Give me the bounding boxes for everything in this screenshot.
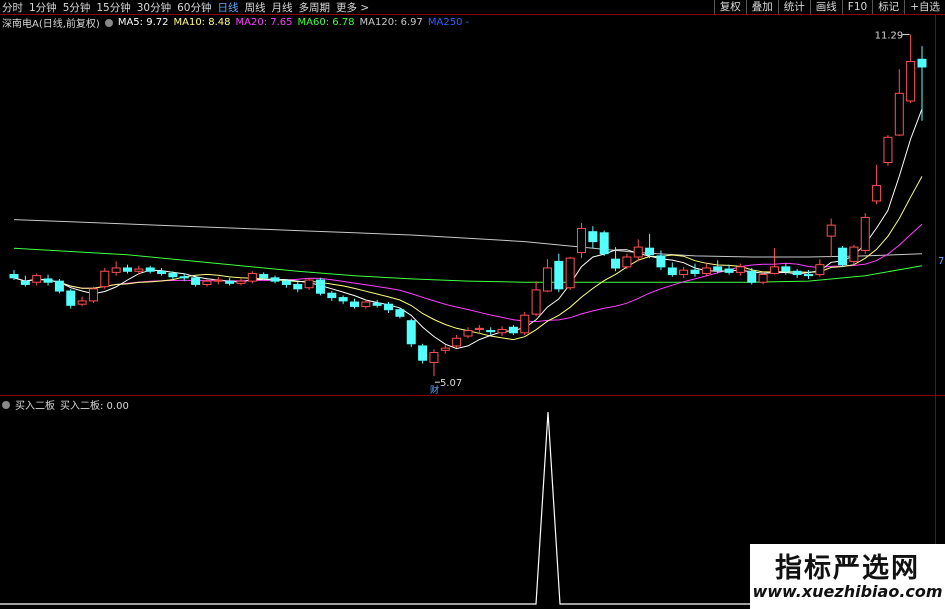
candle-body-55 [633,246,643,258]
candle-body-41 [474,327,484,330]
candle-body-21 [247,272,257,282]
candle-body-79 [906,60,916,102]
candle-body-34 [395,309,405,317]
candle-body-77 [883,136,893,164]
candle-body-3 [43,278,53,283]
candle-body-31 [361,301,371,307]
candle-body-40 [463,330,473,337]
candle-body-17 [202,280,212,285]
watermark-cn: 指标严选网 [775,553,920,584]
candle-body-52 [599,232,609,255]
candle-body-61 [701,267,711,274]
candle-body-75 [860,216,870,251]
candle-body-72 [826,224,836,237]
candle-body-1 [20,280,30,285]
candle-body-78 [894,92,904,136]
candle-body-10 [123,267,132,272]
candle-body-6 [77,300,87,305]
candle-body-51 [588,231,598,243]
candle-body-48 [554,260,564,290]
candle-body-24 [281,280,291,285]
right-axis-label: 7 [938,256,944,267]
watermark-url: www.xuezhibiao.com [752,582,943,601]
candle-body-2 [32,275,42,283]
candle-body-35 [406,320,416,345]
candle-body-33 [384,303,394,311]
candle-body-80 [917,58,927,68]
candle-body-70 [804,274,813,277]
candle-body-38 [440,347,450,351]
candle-body-59 [679,269,689,276]
ma10-line [13,176,923,341]
candle-body-27 [315,279,325,294]
candle-body-0 [9,274,19,279]
candle-body-58 [667,267,677,276]
candle-body-5 [66,290,76,306]
candle-body-66 [758,274,768,283]
candle-body-4 [54,280,64,292]
candle-body-54 [622,256,632,268]
candle-body-62 [713,266,723,271]
candle-body-25 [293,283,303,290]
candle-body-22 [259,274,269,279]
candle-body-67 [769,266,779,274]
candle-body-8 [100,270,110,288]
candle-body-30 [350,301,359,307]
candle-body-29 [338,297,348,302]
candle-body-49 [565,257,575,289]
candle-body-50 [577,227,586,254]
candle-body-57 [656,255,666,268]
candle-body-46 [531,289,541,315]
candle-body-64 [735,266,745,273]
candle-body-43 [497,328,507,334]
candle-body-23 [270,277,280,282]
candle-body-69 [792,270,802,276]
candle-body-37 [429,352,439,363]
candle-body-14 [168,272,178,278]
ma120-line [13,219,923,258]
candle-body-18 [213,279,223,282]
candle-body-68 [781,266,791,272]
high-price-label: 11.29 [875,31,904,42]
candle-body-63 [724,268,734,273]
candle-body-47 [542,267,552,292]
candle-body-28 [327,292,337,299]
candle-body-26 [304,279,314,289]
candle-body-74 [849,246,859,262]
candle-body-56 [645,247,655,256]
candle-body-19 [225,280,235,284]
candle-body-42 [486,330,496,333]
candle-body-13 [157,270,167,274]
candle-body-71 [815,264,825,276]
candle-body-73 [838,247,848,266]
candle-body-20 [236,280,246,284]
candle-body-7 [88,288,98,302]
candle-body-65 [747,270,757,283]
candle-body-32 [372,302,382,306]
ma5-line [13,108,923,350]
candle-body-45 [520,314,530,334]
candle-body-11 [134,268,144,272]
kline-chart[interactable]: 11.29 5.07财 7 [0,0,945,609]
candle-body-44 [508,326,518,334]
watermark: 指标严选网 www.xuezhibiao.com [750,544,945,609]
candle-body-76 [872,185,882,202]
candle-body-15 [179,276,189,279]
candle-body-36 [418,345,428,361]
low-price-label: 5.07 [440,378,462,389]
candle-body-39 [452,337,462,347]
candle-body-16 [191,277,201,285]
candle-body-12 [145,267,155,272]
candle-body-9 [111,267,121,273]
candle-body-53 [611,258,621,269]
candle-body-60 [690,269,700,274]
finance-marker: 财 [430,384,439,396]
